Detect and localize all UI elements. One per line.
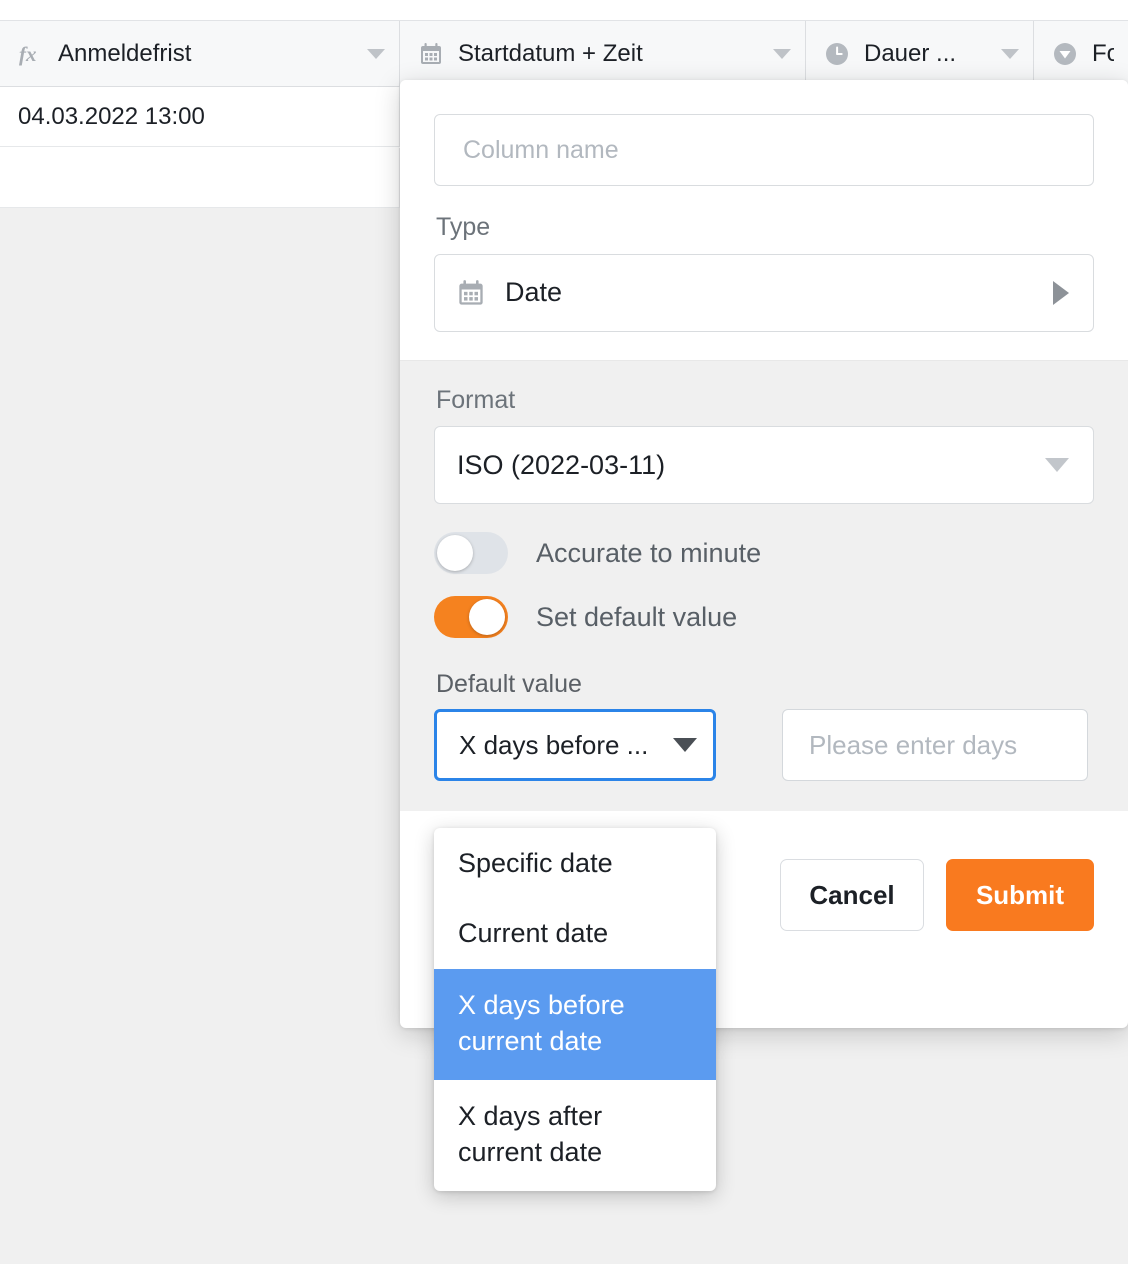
chevron-down-icon[interactable] — [1045, 458, 1069, 472]
formula-icon: fx — [18, 41, 44, 67]
chevron-down-icon[interactable] — [773, 49, 791, 59]
days-input[interactable] — [782, 709, 1088, 781]
submit-button[interactable]: Submit — [946, 859, 1094, 931]
column-header-label: Anmeldefrist — [58, 40, 357, 68]
default-value-dropdown-menu: Specific date Current date X days before… — [434, 828, 716, 1191]
chevron-down-icon[interactable] — [1001, 49, 1019, 59]
column-header-for[interactable]: For — [1034, 21, 1128, 86]
column-header-label: Startdatum + Zeit — [458, 40, 763, 68]
accurate-to-minute-toggle[interactable] — [434, 532, 508, 574]
single-select-icon — [1052, 41, 1078, 67]
default-value-row: X days before ... — [434, 709, 1094, 781]
column-header-label: For — [1092, 40, 1114, 68]
grid-top-strip — [0, 0, 1128, 20]
format-select[interactable]: ISO (2022-03-11) — [434, 426, 1094, 504]
default-value-select-value: X days before ... — [459, 730, 661, 761]
calendar-icon — [418, 41, 444, 67]
set-default-value-toggle[interactable] — [434, 596, 508, 638]
column-header-dauer[interactable]: Dauer ... — [806, 21, 1034, 86]
clock-icon — [824, 41, 850, 67]
set-default-value-label: Set default value — [536, 602, 737, 633]
chevron-down-icon[interactable] — [367, 49, 385, 59]
default-value-select[interactable]: X days before ... — [434, 709, 716, 781]
chevron-down-icon[interactable] — [673, 738, 697, 752]
arrow-right-icon[interactable] — [1053, 281, 1069, 305]
dropdown-option-x-days-after-current-date[interactable]: X days after current date — [434, 1080, 716, 1191]
svg-text:fx: fx — [19, 42, 37, 66]
cancel-button[interactable]: Cancel — [780, 859, 924, 931]
column-header-label: Dauer ... — [864, 40, 991, 68]
default-value-label: Default value — [436, 670, 1094, 699]
calendar-icon — [457, 279, 485, 307]
set-default-value-row: Set default value — [434, 596, 1094, 638]
toggle-knob — [437, 535, 473, 571]
type-label: Type — [436, 214, 1094, 242]
format-label: Format — [436, 387, 1094, 415]
type-select-value: Date — [505, 277, 1053, 308]
column-name-input[interactable] — [434, 114, 1094, 186]
column-header-anmeldefrist[interactable]: fx Anmeldefrist — [0, 21, 400, 86]
dropdown-option-current-date[interactable]: Current date — [434, 898, 716, 968]
table-cell[interactable]: 04.03.2022 13:00 — [0, 87, 400, 146]
dialog-basic-section: Type Date — [400, 80, 1128, 360]
accurate-to-minute-label: Accurate to minute — [536, 538, 761, 569]
type-select[interactable]: Date — [434, 254, 1094, 332]
dropdown-option-specific-date[interactable]: Specific date — [434, 828, 716, 898]
accurate-to-minute-row: Accurate to minute — [434, 532, 1094, 574]
grid-header-row: fx Anmeldefrist — [0, 20, 1128, 87]
dialog-format-section: Format ISO (2022-03-11) Accurate to minu… — [400, 360, 1128, 812]
table-cell[interactable] — [0, 148, 400, 207]
dropdown-option-x-days-before-current-date[interactable]: X days before current date — [434, 969, 716, 1080]
format-select-value: ISO (2022-03-11) — [457, 450, 1045, 481]
toggle-knob — [469, 599, 505, 635]
column-header-startdatum-zeit[interactable]: Startdatum + Zeit — [400, 21, 806, 86]
